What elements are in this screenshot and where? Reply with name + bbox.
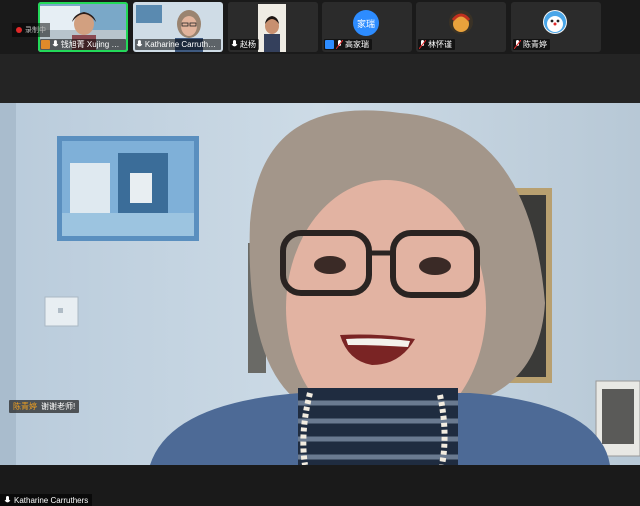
participant-tile-gaojiarui[interactable]: 家瑞 高家瑞: [322, 2, 412, 52]
participant-tile-chenqingting[interactable]: 陈青婷: [511, 2, 601, 52]
record-icon: [16, 27, 22, 33]
participant-tile-katharine[interactable]: Katharine Carruthers: [133, 2, 223, 52]
participant-name: 林怀谨: [428, 40, 452, 49]
speaker-name: Katharine Carruthers: [14, 495, 89, 505]
participant-strip: 钱旭菁 Xujing Q... Katharine Carruthers 赵杨 …: [0, 0, 640, 54]
participant-name: 高家瑞: [345, 40, 369, 49]
participant-label: 陈青婷: [513, 39, 550, 50]
participant-tile-host[interactable]: 钱旭菁 Xujing Q...: [38, 2, 128, 52]
participant-name: 赵杨: [240, 40, 256, 49]
participant-label: Katharine Carruthers: [135, 39, 221, 50]
participant-tile-linhuaijin[interactable]: 林怀谨: [416, 2, 506, 52]
mic-muted-icon: [419, 40, 426, 49]
avatar: 家瑞: [353, 10, 379, 36]
chat-bubble[interactable]: 陈青婷 谢谢老师!: [9, 400, 80, 413]
recording-indicator[interactable]: 录制中: [12, 23, 50, 37]
toolbar-spacer: [0, 54, 640, 103]
participant-tile-zhaoyang[interactable]: 赵杨: [228, 2, 318, 52]
participant-label: 钱旭菁 Xujing Q...: [40, 39, 126, 50]
user-icon: [325, 40, 334, 49]
mic-icon: [4, 495, 11, 502]
participant-name: 钱旭菁 Xujing Q...: [60, 40, 123, 49]
chat-message: 谢谢老师!: [41, 402, 76, 411]
active-speaker-label: Katharine Carruthers: [0, 494, 93, 506]
mic-muted-icon: [514, 40, 521, 49]
participant-name: 陈青婷: [523, 40, 547, 49]
chat-sender: 陈青婷: [13, 402, 37, 411]
mic-muted-icon: [336, 40, 343, 49]
participant-label: 高家瑞: [324, 39, 372, 50]
mic-icon: [231, 40, 238, 47]
mic-icon: [52, 40, 59, 47]
participant-label: 林怀谨: [418, 39, 455, 50]
mic-icon: [136, 40, 143, 47]
speaker-video-frame: [0, 103, 640, 465]
bottom-bar: Katharine Carruthers: [0, 465, 640, 506]
participant-name: Katharine Carruthers: [144, 40, 218, 49]
host-icon: [41, 40, 50, 49]
recording-label: 录制中: [25, 27, 46, 34]
participant-label: 赵杨: [230, 39, 259, 50]
active-speaker-video[interactable]: [0, 103, 640, 465]
